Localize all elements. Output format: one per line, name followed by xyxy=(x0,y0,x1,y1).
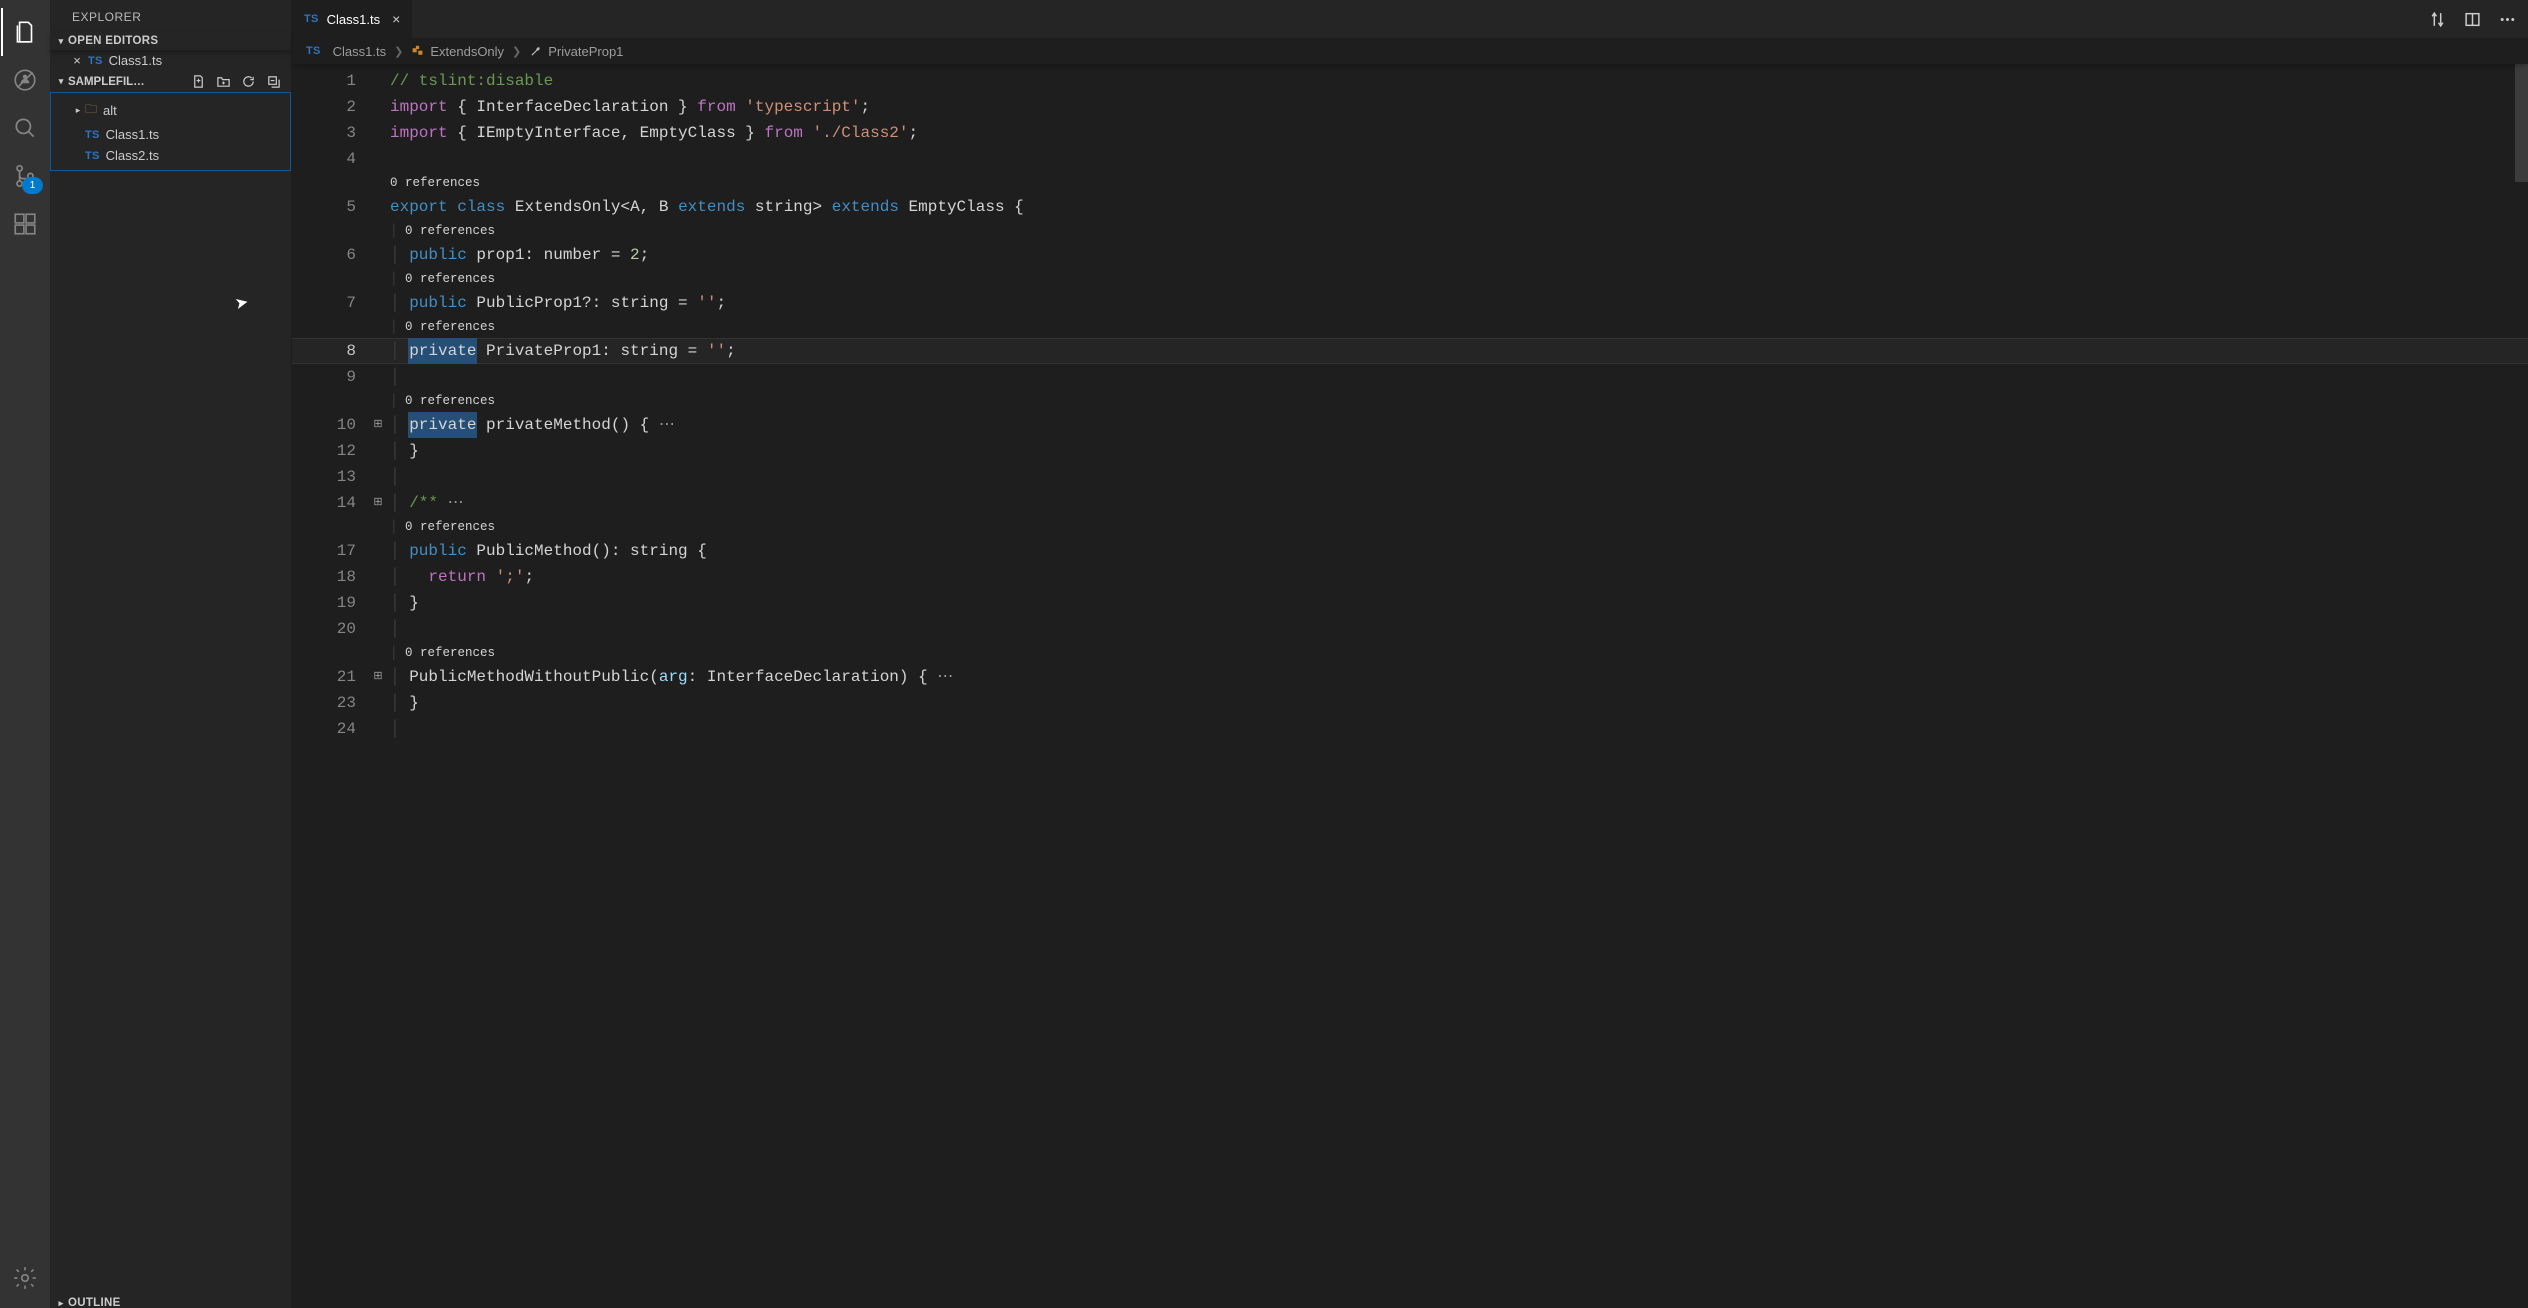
line-number: 18 xyxy=(292,564,368,590)
code-editor[interactable]: 1// tslint:disable 2import { InterfaceDe… xyxy=(292,64,2528,1308)
close-icon[interactable]: × xyxy=(70,53,84,68)
compare-changes-icon[interactable] xyxy=(2429,11,2446,28)
chevron-down-icon: ▾ xyxy=(54,36,68,47)
breadcrumb[interactable]: TS Class1.ts ❯ ExtendsOnly ❯ PrivateProp1 xyxy=(292,38,2528,64)
tree-file[interactable]: TS Class2.ts xyxy=(51,145,290,166)
chevron-right-icon: ▸ xyxy=(71,105,85,116)
line-number: 10 xyxy=(292,412,368,438)
scm-badge: 1 xyxy=(22,177,43,194)
line-number: 6 xyxy=(292,242,368,268)
typescript-icon: TS xyxy=(88,55,103,67)
class-icon xyxy=(411,45,424,58)
line-number: 13 xyxy=(292,464,368,490)
line-number: 2 xyxy=(292,94,368,120)
codelens[interactable]: 0 references xyxy=(405,224,495,238)
file-tree: ▸ 🗀 alt TS Class1.ts TS Class2.ts xyxy=(50,92,291,171)
codelens[interactable]: 0 references xyxy=(405,394,495,408)
open-editor-item[interactable]: × TS Class1.ts xyxy=(50,50,291,71)
tree-file-name: Class2.ts xyxy=(106,148,159,163)
line-number: 19 xyxy=(292,590,368,616)
line-number: 9 xyxy=(292,364,368,390)
folder-actions xyxy=(191,74,285,89)
chevron-right-icon: ❯ xyxy=(394,45,403,58)
tree-file-name: Class1.ts xyxy=(106,127,159,142)
breadcrumb-class[interactable]: ExtendsOnly xyxy=(430,44,504,59)
mouse-cursor-icon: ➤ xyxy=(233,292,250,314)
line-number: 14 xyxy=(292,490,368,516)
open-editor-filename: Class1.ts xyxy=(109,53,162,68)
chevron-right-icon: ❯ xyxy=(512,45,521,58)
typescript-icon: TS xyxy=(304,13,319,25)
line-number: 23 xyxy=(292,690,368,716)
outline-header[interactable]: ▸ OUTLINE xyxy=(50,1294,291,1308)
line-number: 1 xyxy=(292,68,368,94)
breadcrumb-member[interactable]: PrivateProp1 xyxy=(548,44,623,59)
line-number: 17 xyxy=(292,538,368,564)
line-number: 7 xyxy=(292,290,368,316)
open-editors-header[interactable]: ▾ OPEN EDITORS xyxy=(50,32,291,50)
codelens[interactable]: 0 references xyxy=(405,320,495,334)
line-number: 8 xyxy=(292,338,368,364)
line-number: 21 xyxy=(292,664,368,690)
codelens[interactable]: 0 references xyxy=(405,646,495,660)
tree-file[interactable]: TS Class1.ts xyxy=(51,124,290,145)
tab-bar: TS Class1.ts × xyxy=(292,0,2528,38)
typescript-icon: TS xyxy=(306,45,321,57)
close-icon[interactable]: × xyxy=(392,11,400,27)
search-icon[interactable] xyxy=(1,104,49,152)
source-control-icon[interactable]: 1 xyxy=(1,152,49,200)
tab-class1[interactable]: TS Class1.ts × xyxy=(292,0,413,38)
codelens[interactable]: 0 references xyxy=(388,172,2528,194)
activity-bar: 1 xyxy=(0,0,50,1308)
codelens[interactable]: 0 references xyxy=(405,272,495,286)
wrench-icon xyxy=(529,45,542,58)
outline-label: OUTLINE xyxy=(68,1297,121,1308)
tree-folder-name: alt xyxy=(103,103,117,118)
line-number: 5 xyxy=(292,194,368,220)
breadcrumb-file[interactable]: Class1.ts xyxy=(333,44,386,59)
folder-icon: 🗀 xyxy=(85,100,97,121)
chevron-down-icon: ▾ xyxy=(54,76,68,87)
more-actions-icon[interactable] xyxy=(2499,11,2516,28)
typescript-icon: TS xyxy=(85,150,100,162)
explorer-icon[interactable] xyxy=(1,8,49,56)
extensions-icon[interactable] xyxy=(1,200,49,248)
folder-header[interactable]: ▾ SAMPLEFIL… xyxy=(50,71,291,92)
line-number: 3 xyxy=(292,120,368,146)
line-number: 20 xyxy=(292,616,368,642)
codelens[interactable]: 0 references xyxy=(405,520,495,534)
split-editor-icon[interactable] xyxy=(2464,11,2481,28)
open-editors-label: OPEN EDITORS xyxy=(68,35,158,47)
tree-folder[interactable]: ▸ 🗀 alt xyxy=(51,97,290,124)
sidebar-title: EXPLORER xyxy=(50,0,291,32)
sidebar: EXPLORER ▾ OPEN EDITORS × TS Class1.ts ▾… xyxy=(50,0,292,1308)
chevron-right-icon: ▸ xyxy=(54,1298,68,1308)
line-number: 12 xyxy=(292,438,368,464)
debug-disabled-icon[interactable] xyxy=(1,56,49,104)
fold-icon[interactable]: ⊞ xyxy=(368,412,388,438)
fold-icon[interactable]: ⊞ xyxy=(368,490,388,516)
new-file-icon[interactable] xyxy=(191,74,206,89)
line-number: 24 xyxy=(292,716,368,742)
folder-name: SAMPLEFIL… xyxy=(68,76,145,88)
refresh-icon[interactable] xyxy=(241,74,256,89)
collapse-all-icon[interactable] xyxy=(266,74,281,89)
tab-label: Class1.ts xyxy=(327,12,380,27)
typescript-icon: TS xyxy=(85,129,100,141)
editor-area: TS Class1.ts × TS Class1.ts ❯ ExtendsOnly… xyxy=(292,0,2528,1308)
fold-icon[interactable]: ⊞ xyxy=(368,664,388,690)
line-number: 4 xyxy=(292,146,368,172)
scrollbar[interactable] xyxy=(2515,64,2528,182)
settings-gear-icon[interactable] xyxy=(1,1254,49,1302)
new-folder-icon[interactable] xyxy=(216,74,231,89)
